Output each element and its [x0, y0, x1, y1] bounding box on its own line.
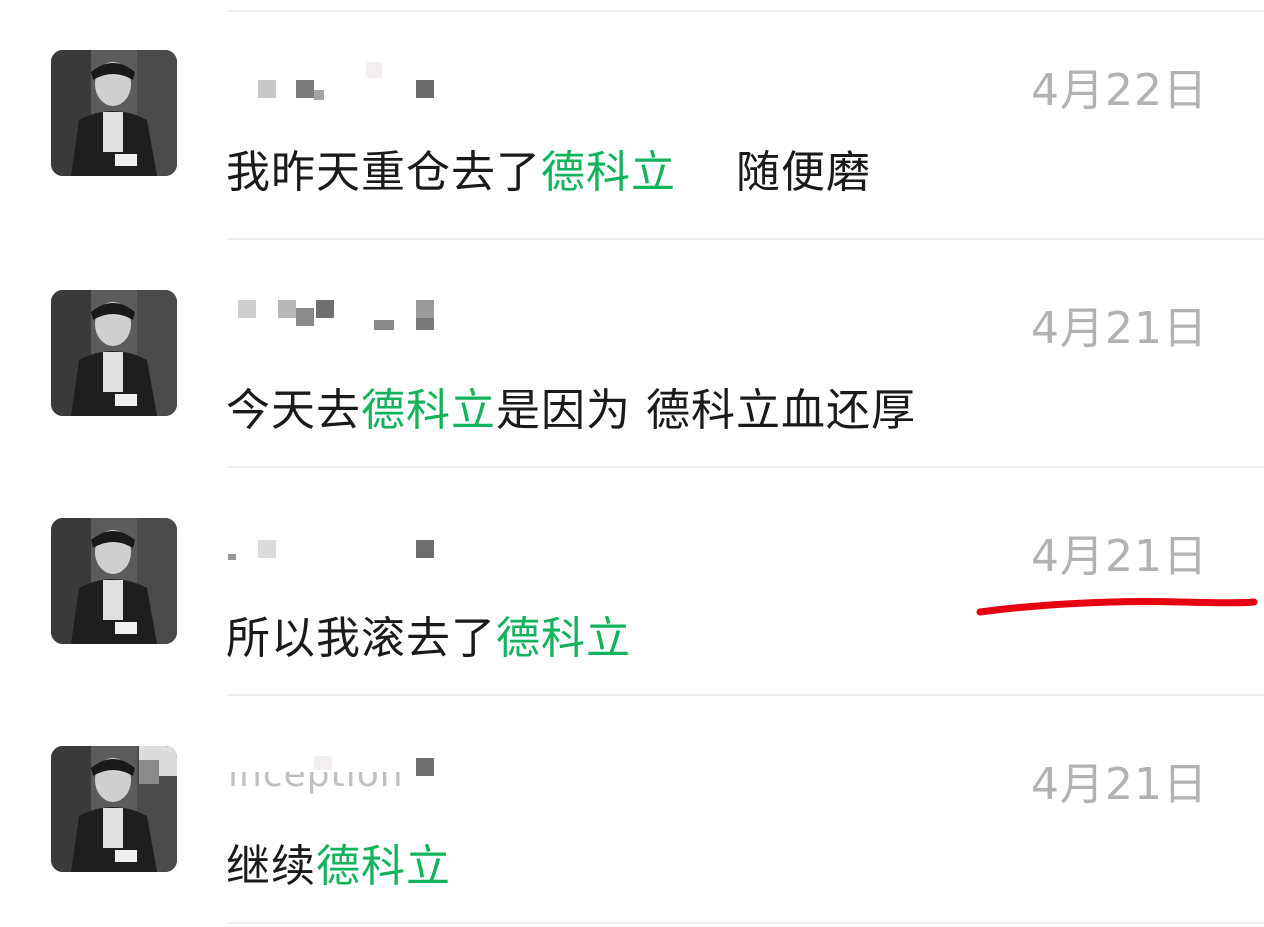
divider-bottom	[228, 922, 1264, 924]
message-date: 4月21日	[1031, 303, 1208, 354]
list-item[interactable]: 4月21日 今天去德科立是因为 德科立血还厚	[0, 228, 1264, 456]
sender-name-redacted	[228, 62, 558, 102]
message-preview: 今天去德科立是因为 德科立血还厚	[226, 385, 916, 436]
avatar-image	[51, 518, 177, 644]
avatar-image	[51, 746, 177, 872]
highlight-keyword: 德科立	[316, 841, 451, 892]
avatar[interactable]	[51, 290, 177, 416]
highlight-keyword: 德科立	[496, 613, 631, 664]
message-preview: 我昨天重仓去了德科立 随便磨	[226, 147, 871, 198]
highlight-keyword: 德科立	[541, 147, 676, 198]
avatar[interactable]	[51, 746, 177, 872]
list-item[interactable]: 4月22日 我昨天重仓去了德科立 随便磨	[0, 0, 1264, 228]
list-item[interactable]: inception 4月21日 继续德科立	[0, 684, 1264, 912]
sender-name-redacted: inception	[228, 754, 558, 795]
message-date: 4月21日	[1031, 531, 1208, 582]
avatar[interactable]	[51, 518, 177, 644]
list-item[interactable]: 4月21日 所以我滚去了德科立	[0, 456, 1264, 684]
message-preview: 所以我滚去了德科立	[226, 613, 631, 664]
avatar-image	[51, 50, 177, 176]
sender-name-redacted	[228, 298, 558, 338]
message-preview: 继续德科立	[226, 841, 451, 892]
highlight-keyword: 德科立	[361, 385, 496, 436]
avatar-image	[51, 290, 177, 416]
sender-name-redacted	[228, 530, 558, 570]
avatar[interactable]	[51, 50, 177, 176]
message-date: 4月21日	[1031, 759, 1208, 810]
message-date: 4月22日	[1031, 65, 1208, 116]
